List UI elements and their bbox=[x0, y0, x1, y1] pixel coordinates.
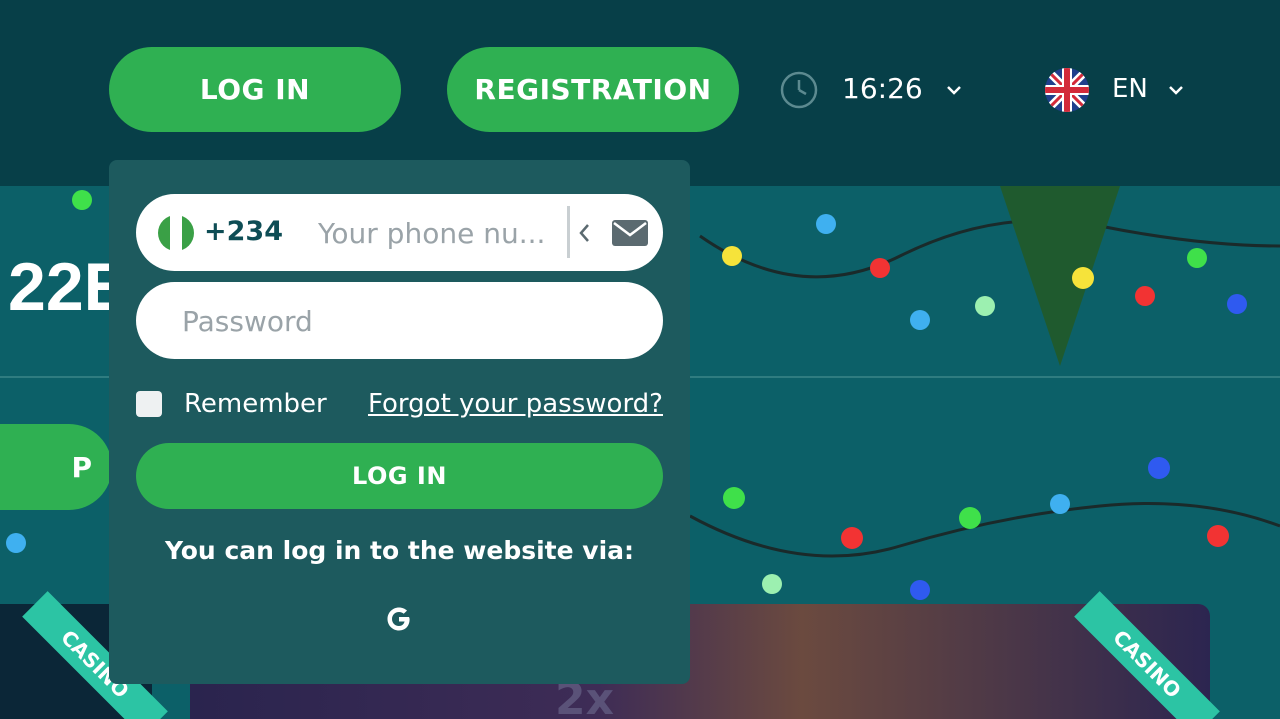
phone-field[interactable]: +234 bbox=[136, 194, 663, 271]
envelope-icon[interactable] bbox=[611, 219, 649, 247]
social-login-text: You can log in to the website via: bbox=[164, 536, 635, 565]
chevron-down-icon[interactable] bbox=[1167, 84, 1185, 96]
registration-button[interactable]: REGISTRATION bbox=[447, 47, 739, 132]
field-divider bbox=[567, 206, 570, 258]
country-code[interactable]: +234 bbox=[204, 216, 283, 247]
password-input[interactable] bbox=[180, 300, 624, 342]
language-selector[interactable]: EN bbox=[1112, 74, 1148, 104]
google-icon[interactable] bbox=[384, 604, 414, 634]
clock-icon bbox=[780, 71, 818, 109]
nigeria-flag-icon[interactable] bbox=[158, 215, 194, 251]
remember-checkbox[interactable] bbox=[136, 391, 162, 417]
chevron-down-icon[interactable] bbox=[945, 84, 963, 96]
remember-label: Remember bbox=[184, 389, 327, 419]
chevron-left-icon[interactable] bbox=[577, 222, 591, 244]
login-submit-button[interactable]: LOG IN bbox=[136, 443, 663, 509]
forgot-password-link[interactable]: Forgot your password? bbox=[368, 389, 663, 419]
header-login-button[interactable]: LOG IN bbox=[109, 47, 401, 132]
top-header: LOG IN REGISTRATION 16:26 EN bbox=[0, 0, 1280, 186]
time-display[interactable]: 16:26 bbox=[842, 72, 923, 105]
uk-flag-icon[interactable] bbox=[1045, 68, 1089, 112]
login-popup: +234 Remember Forgot your password? LOG … bbox=[109, 160, 690, 684]
phone-input[interactable] bbox=[316, 212, 570, 254]
password-field[interactable] bbox=[136, 282, 663, 359]
promo-button[interactable]: P bbox=[0, 424, 112, 510]
